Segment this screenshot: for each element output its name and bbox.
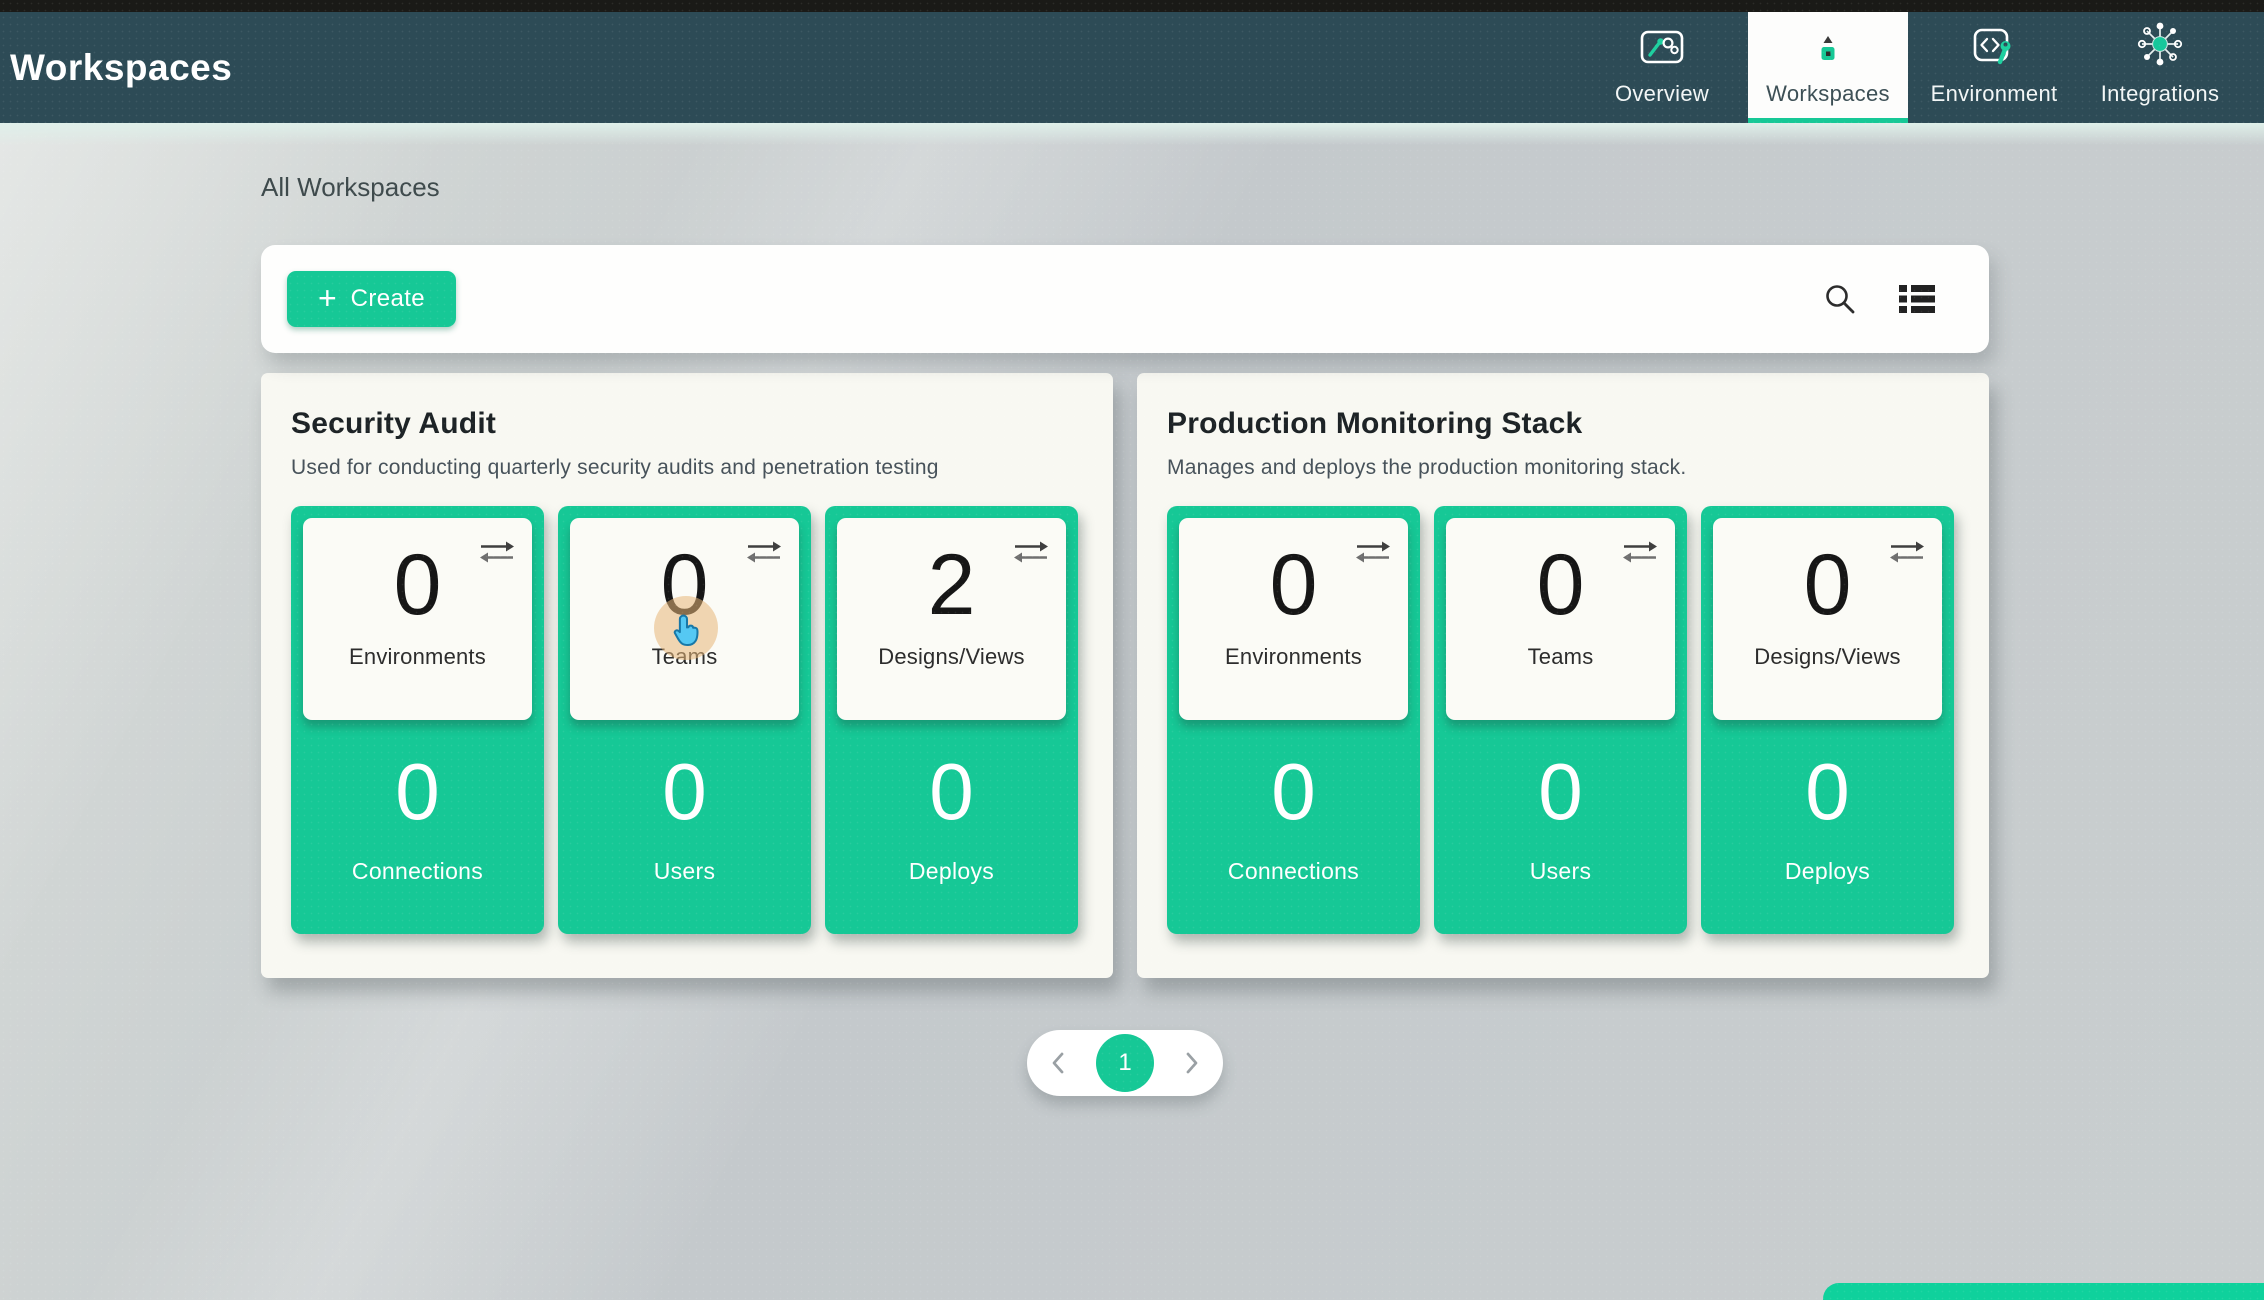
stat-label: Deploys [825,858,1078,885]
stat-tiles: 0 Environments 0 Connections [291,506,1083,934]
header-nav: Overview Workspaces [1582,12,2240,123]
bottom-right-action-bar[interactable] [1823,1283,2264,1300]
overview-icon [1639,21,1685,67]
nav-tab-label: Overview [1615,81,1709,107]
nav-tab-integrations[interactable]: Integrations [2080,12,2240,123]
swap-arrows-icon[interactable] [1888,538,1926,571]
app-title: Workspaces [0,47,232,89]
workspaces-app: Workspaces Overview [0,0,2264,1300]
workspace-description: Manages and deploys the production monit… [1167,456,1959,480]
toolbar-icons [1823,282,1963,316]
create-button[interactable]: + Create [287,271,456,327]
stat-tile-bottom: 0 Deploys [825,720,1078,934]
workspace-title: Production Monitoring Stack [1167,407,1959,441]
stat-tile-bottom: 0 Users [1434,720,1687,934]
stat-tile-teams[interactable]: 0 Teams 0 Users [1434,506,1687,934]
create-button-label: Create [351,285,425,313]
stat-value: 0 [1167,752,1420,832]
workspace-description: Used for conducting quarterly security a… [291,456,1083,480]
stat-value: 0 [825,752,1078,832]
nav-tab-label: Workspaces [1766,81,1890,107]
nav-tab-label: Environment [1931,81,2058,107]
workspace-card-production-monitoring: Production Monitoring Stack Manages and … [1137,373,1989,978]
stat-tile-bottom: 0 Deploys [1701,720,1954,934]
top-strip [0,0,2264,12]
next-page-button[interactable] [1180,1047,1204,1079]
stat-label: Environments [303,644,532,670]
stat-tile-environments[interactable]: 0 Environments 0 Connections [291,506,544,934]
stat-tile-top: 2 Designs/Views [837,518,1066,720]
current-page[interactable]: 1 [1096,1034,1154,1092]
swap-arrows-icon[interactable] [1621,538,1659,571]
stat-label: Environments [1179,644,1408,670]
nav-tab-environment[interactable]: Environment [1914,12,2074,123]
stat-tile-environments[interactable]: 0 Environments 0 Connections [1167,506,1420,934]
toolbar: + Create [261,245,1989,353]
workspace-card-security-audit: Security Audit Used for conducting quart… [261,373,1113,978]
stat-value: 0 [1434,752,1687,832]
prev-page-button[interactable] [1046,1047,1070,1079]
stat-label: Connections [1167,858,1420,885]
stat-label: Users [1434,858,1687,885]
workspace-cards: Security Audit Used for conducting quart… [261,373,1989,978]
stat-tile-top: 0 Environments [1179,518,1408,720]
search-icon[interactable] [1823,282,1857,316]
stat-tile-bottom: 0 Connections [1167,720,1420,934]
stat-tile-designs-views[interactable]: 0 Designs/Views 0 Deploys [1701,506,1954,934]
swap-arrows-icon[interactable] [1354,538,1392,571]
stat-tile-designs-views[interactable]: 2 Designs/Views 0 Deploys [825,506,1078,934]
integrations-icon [2137,21,2183,67]
workspaces-icon [1814,21,1842,67]
stat-value: 0 [558,752,811,832]
stat-tile-top: 0 Teams [570,518,799,720]
app-header: Workspaces Overview [0,12,2264,123]
swap-arrows-icon[interactable] [1012,538,1050,571]
environment-icon [1971,21,2017,67]
stat-label: Designs/Views [1713,644,1942,670]
stat-label: Designs/Views [837,644,1066,670]
stat-value: 0 [291,752,544,832]
stat-tile-bottom: 0 Connections [291,720,544,934]
stat-tiles: 0 Environments 0 Connections [1167,506,1959,934]
stat-tile-top: 0 Teams [1446,518,1675,720]
header-fade [0,123,2264,145]
swap-arrows-icon[interactable] [478,538,516,571]
nav-tab-overview[interactable]: Overview [1582,12,1742,123]
nav-tab-workspaces[interactable]: Workspaces [1748,12,1908,123]
stat-label: Teams [570,644,799,670]
stat-label: Users [558,858,811,885]
stat-tile-top: 0 Designs/Views [1713,518,1942,720]
list-view-icon[interactable] [1899,284,1935,314]
workspace-title: Security Audit [291,407,1083,441]
page-heading: All Workspaces [261,172,440,203]
pagination: 1 [1027,1030,1223,1096]
stat-value: 0 [1701,752,1954,832]
swap-arrows-icon[interactable] [745,538,783,571]
nav-tab-label: Integrations [2101,81,2220,107]
stat-label: Connections [291,858,544,885]
stat-tile-bottom: 0 Users [558,720,811,934]
stat-label: Teams [1446,644,1675,670]
stat-tile-top: 0 Environments [303,518,532,720]
stat-label: Deploys [1701,858,1954,885]
plus-icon: + [318,282,337,314]
stat-tile-teams[interactable]: 0 Teams 0 Users [558,506,811,934]
